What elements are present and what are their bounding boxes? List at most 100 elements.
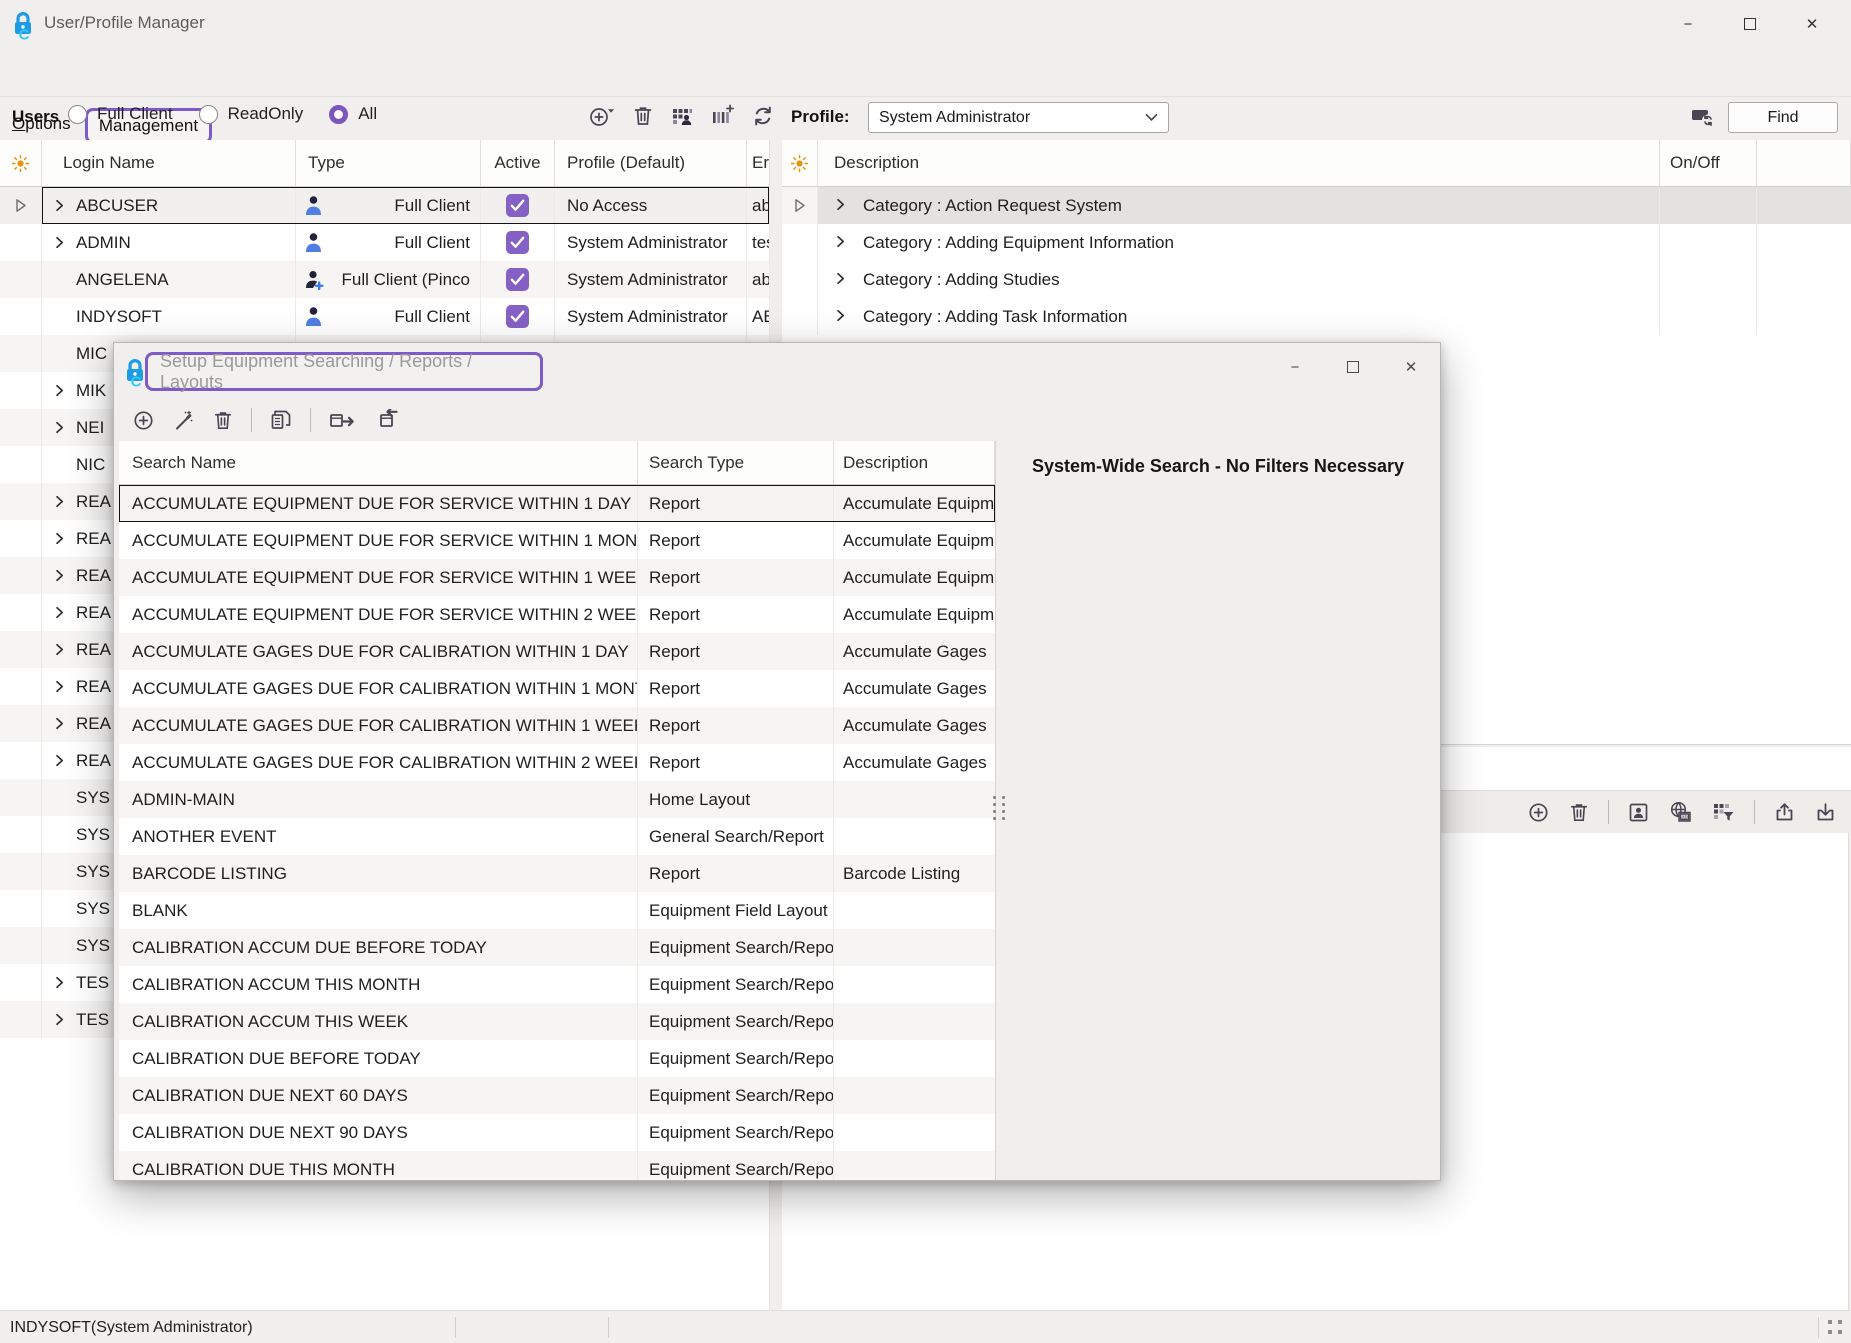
radio-icon[interactable]: [68, 105, 87, 124]
column-header-profile[interactable]: Profile (Default): [555, 140, 747, 186]
users-filter-radio-all[interactable]: All: [329, 104, 377, 124]
expand-toggle[interactable]: [42, 717, 76, 730]
resize-grip[interactable]: [1828, 1320, 1844, 1336]
search-row[interactable]: BARCODE LISTINGReportBarcode Listing: [119, 855, 995, 892]
profile-sync-icon[interactable]: [1690, 105, 1716, 129]
globe-translate-icon[interactable]: ab: [1668, 800, 1693, 824]
options-sun-icon[interactable]: [782, 154, 817, 173]
expand-toggle[interactable]: [834, 307, 847, 327]
active-checkbox[interactable]: [506, 194, 529, 217]
search-row[interactable]: ACCUMULATE EQUIPMENT DUE FOR SERVICE WIT…: [119, 596, 995, 633]
search-row[interactable]: ACCUMULATE GAGES DUE FOR CALIBRATION WIT…: [119, 707, 995, 744]
import-icon[interactable]: [1814, 801, 1837, 824]
delete-item-icon[interactable]: [1568, 801, 1590, 824]
copy-layout-icon[interactable]: [269, 408, 293, 432]
expand-toggle[interactable]: [42, 199, 76, 212]
row-indicator-cell: [0, 261, 42, 298]
expand-toggle[interactable]: [42, 569, 76, 582]
grid-options-sun-icon: [11, 154, 30, 173]
column-chooser-icon[interactable]: [710, 104, 735, 128]
column-header-search-type[interactable]: Search Type: [638, 441, 834, 484]
user-row-admin[interactable]: ADMINFull ClientSystem Administratortes: [0, 224, 769, 261]
delete-search-icon[interactable]: [212, 409, 234, 432]
search-row[interactable]: BLANKEquipment Field Layout: [119, 892, 995, 929]
refresh-icon[interactable]: [751, 104, 775, 128]
search-row[interactable]: ACCUMULATE GAGES DUE FOR CALIBRATION WIT…: [119, 744, 995, 781]
expand-toggle[interactable]: [42, 236, 76, 249]
radio-icon[interactable]: [199, 105, 218, 124]
search-row[interactable]: CALIBRATION DUE NEXT 90 DAYSEquipment Se…: [119, 1114, 995, 1151]
expand-toggle[interactable]: [42, 976, 76, 989]
radio-icon[interactable]: [329, 105, 348, 124]
expand-toggle[interactable]: [42, 532, 76, 545]
expand-toggle[interactable]: [42, 1013, 76, 1026]
edit-wand-icon[interactable]: [172, 409, 195, 432]
column-header-active[interactable]: Active: [481, 140, 555, 186]
add-item-icon[interactable]: [1527, 801, 1550, 824]
search-row[interactable]: ACCUMULATE EQUIPMENT DUE FOR SERVICE WIT…: [119, 485, 995, 522]
dialog-maximize-button[interactable]: [1324, 347, 1382, 387]
search-row[interactable]: ACCUMULATE EQUIPMENT DUE FOR SERVICE WIT…: [119, 559, 995, 596]
user-row-angelena[interactable]: ANGELENAFull Client (PincoSystem Adminis…: [0, 261, 769, 298]
splitter-handle[interactable]: [993, 796, 1006, 820]
expand-toggle[interactable]: [834, 270, 847, 290]
active-checkbox[interactable]: [506, 231, 529, 254]
expand-toggle[interactable]: [42, 421, 76, 434]
users-filter-radio-full-client[interactable]: Full Client: [68, 104, 173, 124]
search-row[interactable]: CALIBRATION ACCUM THIS WEEKEquipment Sea…: [119, 1003, 995, 1040]
search-row[interactable]: CALIBRATION DUE BEFORE TODAYEquipment Se…: [119, 1040, 995, 1077]
category-row[interactable]: Category : Adding Studies: [782, 261, 1851, 298]
import-search-icon[interactable]: [372, 409, 399, 432]
add-search-icon[interactable]: [132, 409, 155, 432]
active-checkbox[interactable]: [506, 305, 529, 328]
column-header-email[interactable]: Er: [747, 140, 770, 186]
expand-toggle[interactable]: [42, 495, 76, 508]
find-button[interactable]: Find: [1728, 102, 1838, 133]
user-row-indysoft[interactable]: INDYSOFTFull ClientSystem AdministratorA…: [0, 298, 769, 335]
search-row[interactable]: CALIBRATION ACCUM THIS MONTHEquipment Se…: [119, 966, 995, 1003]
column-header-search-name[interactable]: Search Name: [119, 441, 638, 484]
search-row[interactable]: ACCUMULATE EQUIPMENT DUE FOR SERVICE WIT…: [119, 522, 995, 559]
expand-toggle[interactable]: [834, 196, 847, 216]
active-checkbox[interactable]: [506, 268, 529, 291]
column-header-login-name[interactable]: Login Name: [42, 140, 296, 186]
grid-filter-icon[interactable]: [1711, 800, 1736, 824]
column-header-description[interactable]: Description: [818, 140, 1660, 186]
description-cell: [834, 929, 995, 966]
user-card-icon[interactable]: [1627, 801, 1650, 824]
search-row[interactable]: ANOTHER EVENTGeneral Search/Report: [119, 818, 995, 855]
category-row[interactable]: Category : Adding Task Information: [782, 298, 1851, 335]
search-row[interactable]: ADMIN-MAINHome Layout: [119, 781, 995, 818]
minimize-button[interactable]: −: [1657, 6, 1719, 42]
expand-toggle[interactable]: [42, 384, 76, 397]
category-row[interactable]: Category : Adding Equipment Information: [782, 224, 1851, 261]
expand-toggle[interactable]: [42, 643, 76, 656]
search-row[interactable]: CALIBRATION ACCUM DUE BEFORE TODAYEquipm…: [119, 929, 995, 966]
expand-toggle[interactable]: [42, 754, 76, 767]
export-icon[interactable]: [1773, 801, 1796, 824]
user-grid-icon[interactable]: [670, 104, 694, 128]
expand-toggle[interactable]: [834, 233, 847, 253]
search-row[interactable]: ACCUMULATE GAGES DUE FOR CALIBRATION WIT…: [119, 633, 995, 670]
maximize-button[interactable]: [1719, 6, 1781, 42]
column-header-onoff[interactable]: On/Off: [1660, 140, 1757, 186]
column-header-type[interactable]: Type: [296, 140, 481, 186]
search-row[interactable]: ACCUMULATE GAGES DUE FOR CALIBRATION WIT…: [119, 670, 995, 707]
category-row[interactable]: Category : Action Request System: [782, 187, 1851, 224]
close-button[interactable]: ✕: [1781, 6, 1843, 42]
search-row[interactable]: CALIBRATION DUE NEXT 60 DAYSEquipment Se…: [119, 1077, 995, 1114]
search-row[interactable]: CALIBRATION DUE THIS MONTHEquipment Sear…: [119, 1151, 995, 1180]
users-filter-radio-readonly[interactable]: ReadOnly: [199, 104, 304, 124]
user-row-abcuser[interactable]: ABCUSERFull ClientNo Accessab: [0, 187, 769, 224]
expand-toggle[interactable]: [42, 680, 76, 693]
expand-toggle[interactable]: [42, 606, 76, 619]
profile-dropdown[interactable]: System Administrator: [868, 102, 1169, 133]
export-search-icon[interactable]: [328, 409, 355, 432]
dialog-close-button[interactable]: ✕: [1382, 347, 1440, 387]
delete-user-icon[interactable]: [632, 104, 654, 128]
add-user-button[interactable]: [588, 104, 616, 128]
dialog-minimize-button[interactable]: −: [1266, 347, 1324, 387]
login-name: MIC: [76, 344, 107, 364]
column-header-description[interactable]: Description: [834, 441, 995, 484]
options-sun-icon[interactable]: [0, 154, 41, 173]
